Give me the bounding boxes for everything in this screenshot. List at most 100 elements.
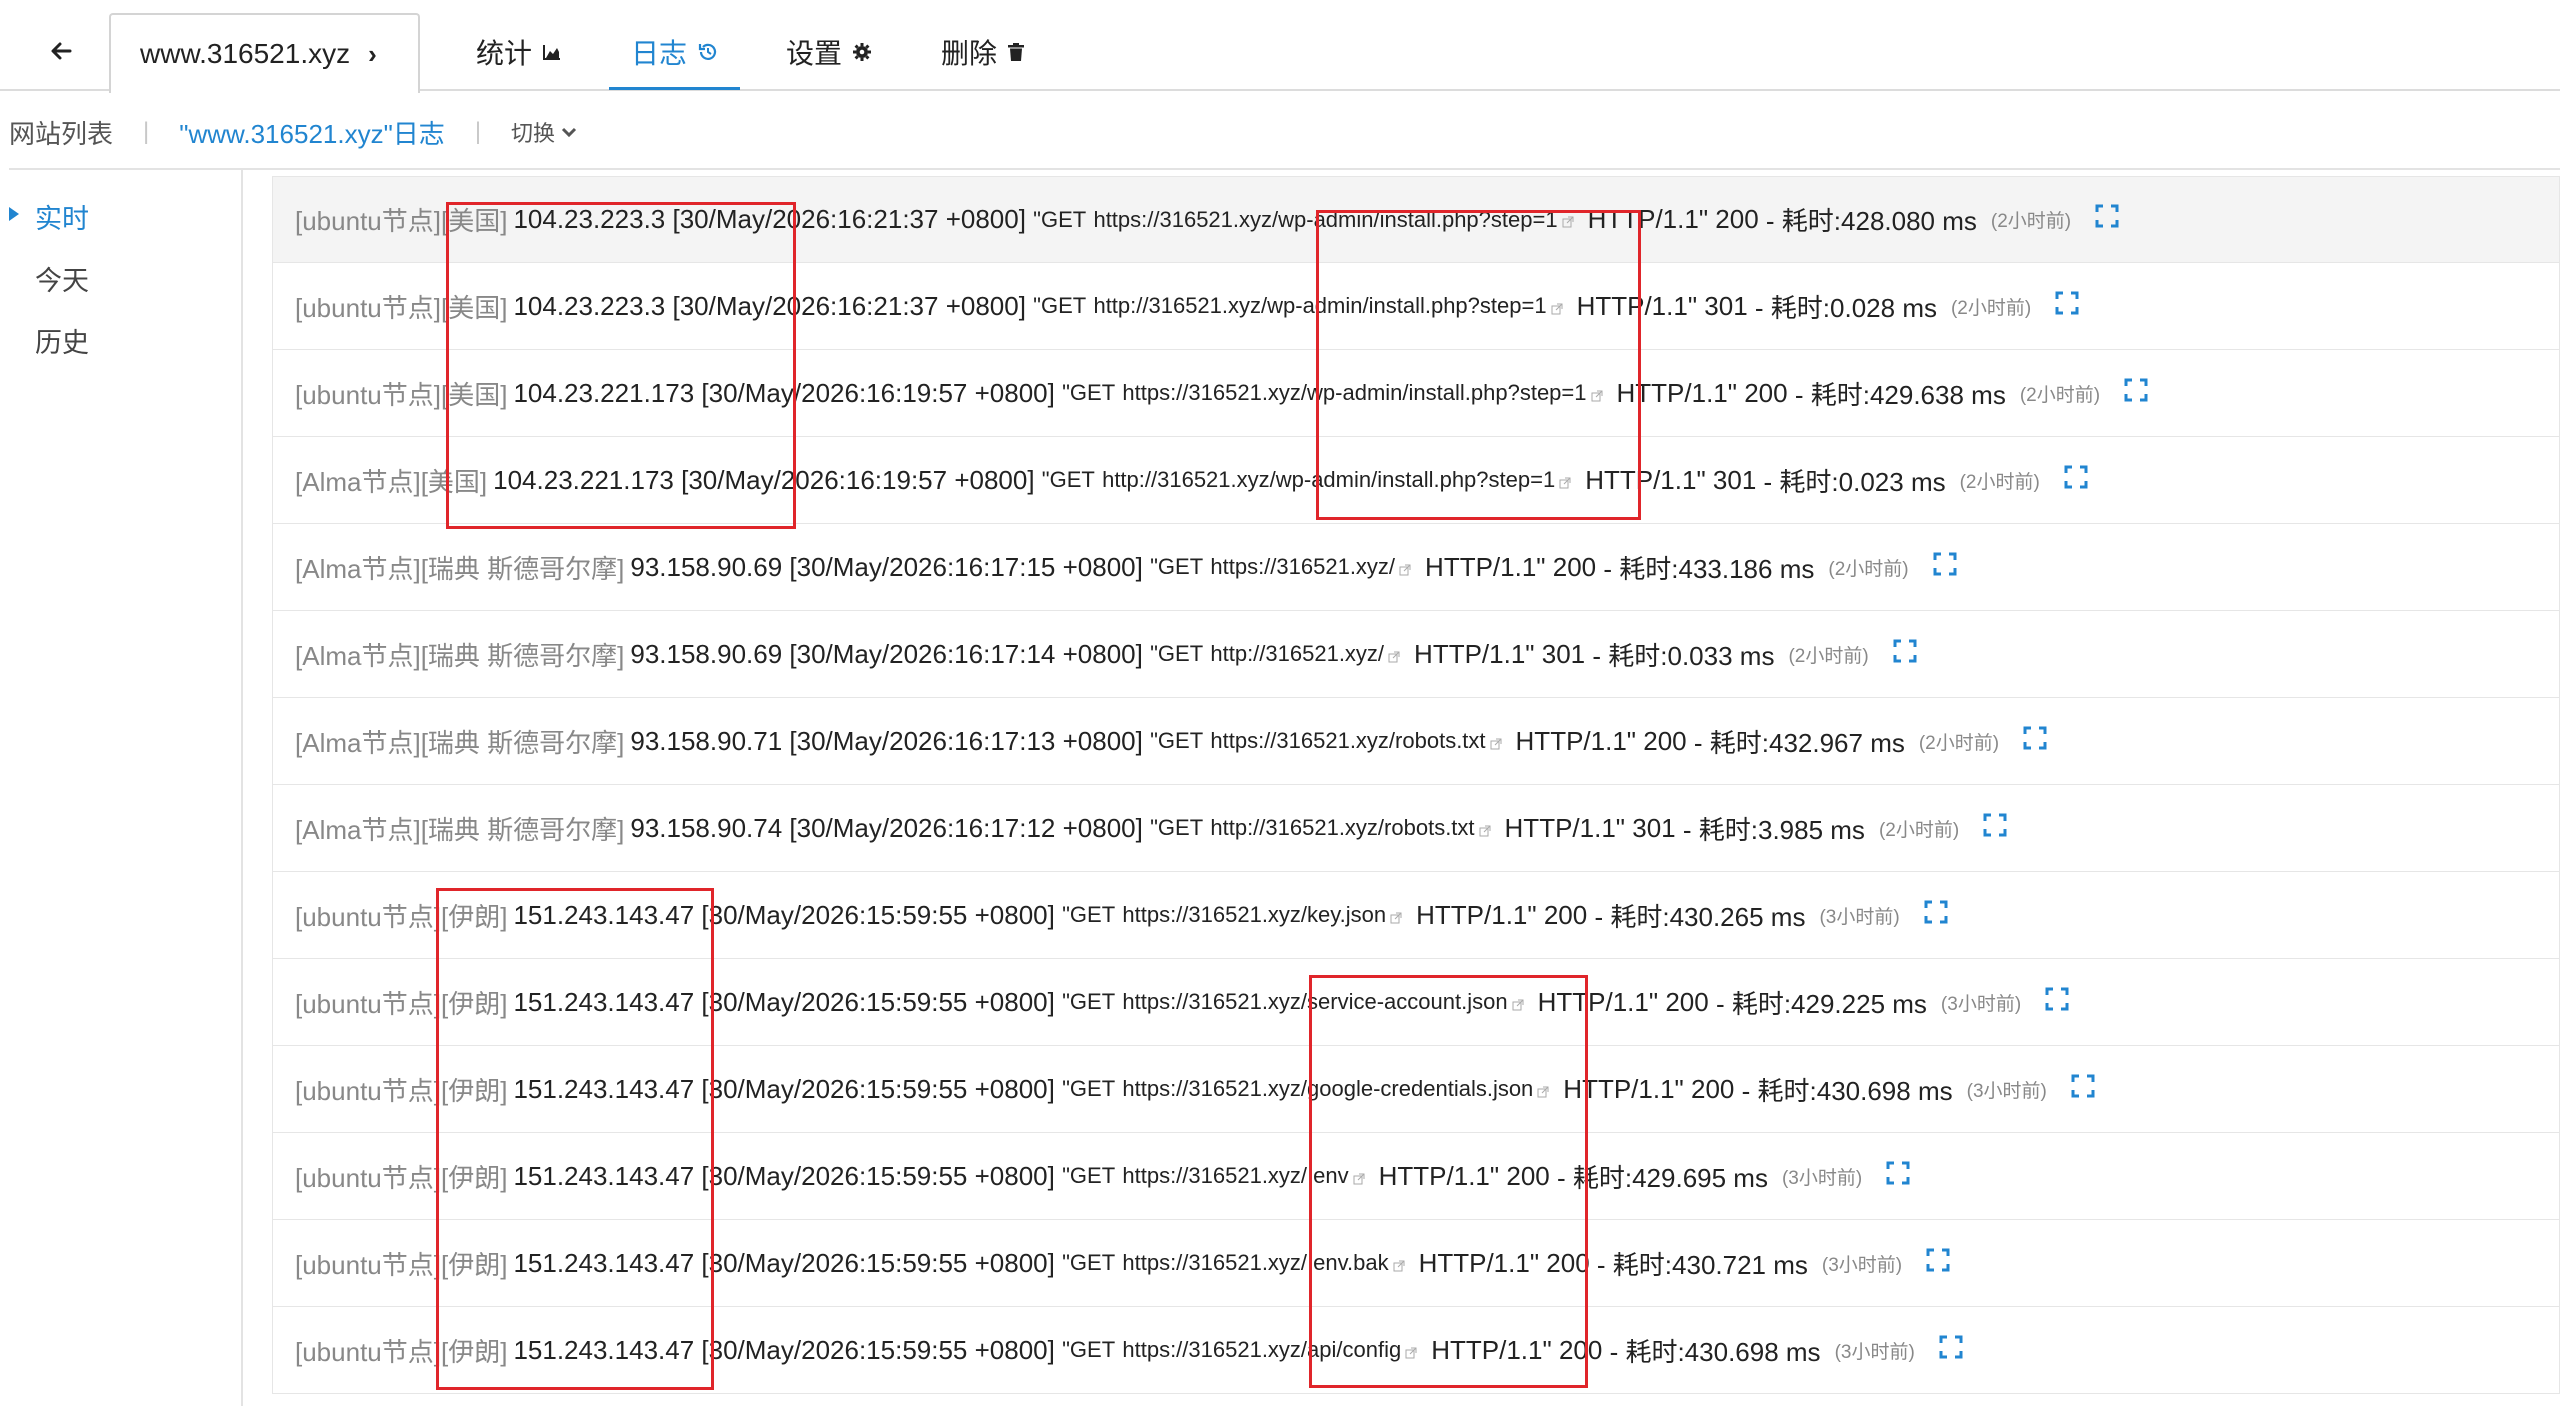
external-link-icon[interactable]	[1490, 726, 1502, 757]
log-node: [ubuntu节点]	[295, 1336, 441, 1367]
log-ip: 151.243.143.47	[513, 1247, 695, 1278]
log-url[interactable]: http://316521.xyz/	[1210, 641, 1384, 667]
chevron-down-icon	[562, 127, 577, 138]
back-arrow-icon[interactable]	[46, 36, 76, 66]
expand-icon[interactable]	[2023, 726, 2047, 757]
log-age: (3小时前)	[1781, 1167, 1863, 1189]
log-list: [ubuntu节点] [美国] 104.23.223.3 [30/May/2026:…	[272, 176, 2560, 1394]
external-link-icon[interactable]	[1399, 552, 1411, 583]
log-url[interactable]: https://316521.xyz/.env	[1122, 1163, 1348, 1189]
log-region: [美国]	[440, 292, 508, 323]
log-cost: - 耗时:0.023 ms	[1763, 466, 1946, 497]
expand-icon[interactable]	[2045, 987, 2069, 1018]
external-link-icon[interactable]	[1393, 1248, 1405, 1279]
switch-dropdown[interactable]: 切换	[511, 116, 577, 148]
log-method: "GET	[1062, 1076, 1116, 1101]
log-row: [ubuntu节点] [伊朗] 151.243.143.47 [30/May/202…	[272, 872, 2560, 959]
log-url[interactable]: https://316521.xyz/key.json	[1122, 902, 1386, 928]
expand-icon[interactable]	[2071, 1074, 2095, 1105]
external-link-icon[interactable]	[1562, 204, 1574, 235]
expand-icon[interactable]	[1924, 900, 1948, 931]
log-row: [Alma节点] [瑞典 斯德哥尔摩] 93.158.90.71 [30/May/2…	[272, 698, 2560, 785]
log-node: [ubuntu节点]	[295, 379, 441, 410]
tab-delete[interactable]: 删除	[941, 28, 1025, 76]
log-region: [美国]	[440, 379, 508, 410]
log-cost: - 耗时:429.638 ms	[1794, 379, 2006, 410]
log-protocol: HTTP/1.1"	[1414, 638, 1535, 669]
log-url[interactable]: https://316521.xyz/service-account.json	[1122, 989, 1507, 1015]
log-url[interactable]: https://316521.xyz/api/config	[1122, 1337, 1401, 1363]
log-ip: 93.158.90.71	[630, 725, 783, 756]
log-ip: 104.23.221.173	[513, 377, 695, 408]
log-cost: - 耗时:429.695 ms	[1556, 1162, 1768, 1193]
external-link-icon[interactable]	[1390, 900, 1402, 931]
log-url[interactable]: http://316521.xyz/robots.txt	[1210, 815, 1474, 841]
menu-item-realtime[interactable]: 实时	[35, 197, 89, 236]
expand-icon[interactable]	[1933, 552, 1957, 583]
history-icon	[698, 43, 717, 60]
log-protocol: HTTP/1.1"	[1576, 290, 1698, 321]
expand-icon[interactable]	[1893, 639, 1917, 670]
log-time: [30/May/2026:15:59:55 +0800]	[701, 1334, 1055, 1365]
tab-logs[interactable]: 日志	[631, 28, 719, 76]
log-url[interactable]: https://316521.xyz/	[1210, 554, 1395, 580]
expand-icon[interactable]	[2124, 378, 2148, 409]
top-tab-bar: www.316521.xyz › 统计 日志 设置 删除	[0, 0, 2560, 93]
external-link-icon[interactable]	[1512, 987, 1524, 1018]
expand-icon[interactable]	[1926, 1248, 1950, 1279]
log-node: [ubuntu节点]	[295, 988, 441, 1019]
log-region: [美国]	[420, 466, 488, 497]
log-time: [30/May/2026:16:17:13 +0800]	[789, 725, 1143, 756]
log-age: (2小时前)	[1788, 645, 1869, 667]
external-link-icon[interactable]	[1388, 639, 1400, 670]
log-url[interactable]: https://316521.xyz/google-credentials.js…	[1122, 1076, 1533, 1102]
log-url[interactable]: https://316521.xyz/wp-admin/install.php?…	[1122, 380, 1586, 406]
tab-stats-label: 统计	[476, 38, 533, 69]
external-link-icon[interactable]	[1591, 378, 1603, 409]
expand-icon[interactable]	[2055, 291, 2079, 322]
log-row: [ubuntu节点] [伊朗] 151.243.143.47 [30/May/202…	[272, 1046, 2560, 1133]
tab-stats[interactable]: 统计	[476, 28, 562, 76]
crumb-site-list[interactable]: 网站列表	[9, 114, 113, 151]
external-link-icon[interactable]	[1353, 1161, 1365, 1192]
log-cost: - 耗时:432.967 ms	[1693, 727, 1905, 758]
log-url[interactable]: https://316521.xyz/wp-admin/install.php?…	[1093, 207, 1557, 233]
log-node: [ubuntu节点]	[295, 206, 441, 236]
log-ip: 151.243.143.47	[513, 1160, 695, 1191]
log-url[interactable]: https://316521.xyz/.env.bak	[1122, 1250, 1388, 1276]
log-node: [ubuntu节点]	[295, 1162, 441, 1193]
expand-icon[interactable]	[1983, 813, 2007, 844]
log-protocol: HTTP/1.1"	[1504, 812, 1626, 843]
expand-icon[interactable]	[2095, 204, 2119, 235]
log-protocol: HTTP/1.1"	[1585, 464, 1706, 495]
log-protocol: HTTP/1.1"	[1378, 1160, 1500, 1191]
log-row: [Alma节点] [瑞典 斯德哥尔摩] 93.158.90.69 [30/May/2…	[272, 524, 2560, 611]
external-link-icon[interactable]	[1479, 813, 1491, 844]
expand-icon[interactable]	[2064, 465, 2088, 496]
external-link-icon[interactable]	[1405, 1335, 1417, 1366]
tab-settings[interactable]: 设置	[786, 28, 872, 76]
expand-icon[interactable]	[1939, 1335, 1963, 1366]
log-url[interactable]: https://316521.xyz/robots.txt	[1210, 728, 1485, 754]
log-region: [伊朗]	[440, 1075, 508, 1106]
log-ip: 104.23.223.3	[513, 290, 666, 321]
external-link-icon[interactable]	[1551, 291, 1563, 322]
log-status: 200	[1558, 1334, 1603, 1365]
log-url[interactable]: http://316521.xyz/wp-admin/install.php?s…	[1102, 467, 1555, 493]
menu-item-today[interactable]: 今天	[35, 259, 89, 298]
log-row: [ubuntu节点] [伊朗] 151.243.143.47 [30/May/202…	[272, 1307, 2560, 1394]
menu-item-history[interactable]: 历史	[35, 321, 89, 360]
site-tab[interactable]: www.316521.xyz ›	[109, 13, 420, 93]
log-method: "GET	[1062, 1337, 1116, 1362]
log-url[interactable]: http://316521.xyz/wp-admin/install.php?s…	[1093, 293, 1546, 319]
log-method: "GET	[1033, 206, 1087, 232]
external-link-icon[interactable]	[1559, 465, 1571, 496]
log-status: 200	[1665, 986, 1709, 1017]
log-status: 301	[1712, 464, 1757, 495]
crumb-current[interactable]: "www.316521.xyz"日志	[179, 114, 445, 151]
log-node: [Alma节点]	[295, 466, 421, 497]
log-age: (2小时前)	[1878, 819, 1960, 841]
external-link-icon[interactable]	[1537, 1074, 1549, 1105]
expand-icon[interactable]	[1886, 1161, 1910, 1192]
log-row: [ubuntu节点] [美国] 104.23.223.3 [30/May/2026:…	[272, 263, 2560, 350]
